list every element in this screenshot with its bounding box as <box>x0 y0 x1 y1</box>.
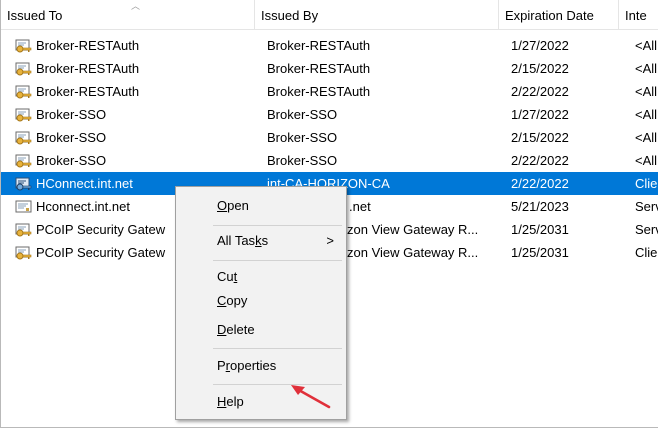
menu-label-part: P <box>217 358 226 373</box>
issued-by-cell: Broker-RESTAuth <box>267 38 371 53</box>
intended-purposes-cell: <All <box>635 38 658 53</box>
expiration-date-cell: 2/22/2022 <box>511 84 569 99</box>
issued-to-text: PCoIP Security Gatew <box>36 222 166 237</box>
issued-to-text: Broker-SSO <box>36 107 107 122</box>
menu-separator <box>213 260 342 261</box>
certificate-key-icon <box>15 246 32 259</box>
table-row[interactable]: Broker-SSO Broker-SSO 2/22/2022 <All <box>1 149 658 172</box>
expiration-date-cell: 1/25/2031 <box>511 222 569 237</box>
access-key: C <box>217 293 227 308</box>
issued-to-text: Broker-RESTAuth <box>36 61 140 76</box>
menu-item-properties[interactable]: Properties <box>176 354 346 378</box>
menu-separator <box>213 225 342 226</box>
intended-purposes-cell: <All <box>635 61 658 76</box>
issued-by-cell: Broker-RESTAuth <box>267 61 371 76</box>
menu-label-part: operties <box>230 358 277 373</box>
access-key: t <box>233 269 238 284</box>
submenu-arrow-icon: > <box>326 233 334 248</box>
column-header: Issued To Issued By Expiration Date Inte… <box>1 0 658 30</box>
table-row[interactable]: Broker-RESTAuth Broker-RESTAuth 1/27/202… <box>1 34 658 57</box>
table-row[interactable]: Broker-SSO Broker-SSO 2/15/2022 <All <box>1 126 658 149</box>
column-header-issued-by[interactable]: Issued By <box>255 0 499 30</box>
expiration-date-cell: 2/15/2022 <box>511 130 569 145</box>
intended-purposes-cell: Serv <box>635 199 658 214</box>
menu-label-part: pen <box>227 198 249 213</box>
menu-label-part: All Tas <box>217 233 256 248</box>
issued-to-text: HConnect.int.net <box>36 176 133 191</box>
column-header-intended-purposes[interactable]: Inte <box>619 0 658 30</box>
issued-to-text: Broker-SSO <box>36 130 107 145</box>
issued-by-cell: Broker-SSO <box>267 107 338 122</box>
sort-indicator-icon: ︿ <box>131 1 141 11</box>
expiration-date-cell: 2/22/2022 <box>511 153 569 168</box>
certificate-key-icon <box>15 131 32 144</box>
menu-item-copy[interactable]: Copy <box>176 289 346 313</box>
expiration-date-cell: 5/21/2023 <box>511 199 569 214</box>
table-row[interactable]: Broker-RESTAuth Broker-RESTAuth 2/22/202… <box>1 80 658 103</box>
issued-to-text: Hconnect.int.net <box>36 199 130 214</box>
intended-purposes-cell: Clie <box>635 245 658 260</box>
menu-label-part: elete <box>226 322 255 337</box>
expiration-date-cell: 1/27/2022 <box>511 107 569 122</box>
annotation-arrow-icon <box>291 385 331 409</box>
column-header-expiration-date[interactable]: Expiration Date <box>499 0 619 30</box>
issued-to-text: Broker-SSO <box>36 153 107 168</box>
issued-by-cell: Broker-RESTAuth <box>267 84 371 99</box>
column-header-issued-to[interactable]: Issued To <box>1 0 255 30</box>
certificate-icon <box>15 200 32 212</box>
menu-item-open[interactable]: Open <box>176 194 346 218</box>
issued-to-cell: Broker-RESTAuth <box>15 57 255 80</box>
intended-purposes-cell: <All <box>635 107 658 122</box>
intended-purposes-cell: Serv <box>635 222 658 237</box>
table-row[interactable]: Broker-SSO Broker-SSO 1/27/2022 <All <box>1 103 658 126</box>
intended-purposes-cell: <All <box>635 130 658 145</box>
menu-item-cut[interactable]: Cut <box>176 265 346 289</box>
issued-to-cell: Broker-SSO <box>15 126 255 149</box>
expiration-date-cell: 2/22/2022 <box>511 176 569 191</box>
menu-item-all-tasks[interactable]: All Tasks > <box>176 229 346 253</box>
issued-to-cell: Broker-SSO <box>15 103 255 126</box>
certificate-key-icon <box>15 39 32 52</box>
issued-by-cell: Broker-SSO <box>267 153 338 168</box>
issued-to-text: Broker-RESTAuth <box>36 84 140 99</box>
expiration-date-cell: 2/15/2022 <box>511 61 569 76</box>
access-key: O <box>217 198 228 213</box>
issued-to-text: Broker-RESTAuth <box>36 38 140 53</box>
issued-to-cell: Broker-RESTAuth <box>15 80 255 103</box>
intended-purposes-cell: <All <box>635 84 658 99</box>
issued-to-cell: Broker-SSO <box>15 149 255 172</box>
access-key: H <box>217 394 227 409</box>
certificate-key-icon <box>15 154 32 167</box>
menu-separator <box>213 348 342 349</box>
menu-label-part: elp <box>226 394 244 409</box>
menu-label-part: s <box>261 233 269 248</box>
table-row[interactable]: Broker-RESTAuth Broker-RESTAuth 2/15/202… <box>1 57 658 80</box>
issued-by-cell: Broker-SSO <box>267 130 338 145</box>
certificate-key-icon <box>15 223 32 236</box>
expiration-date-cell: 1/25/2031 <box>511 245 569 260</box>
menu-label-part: opy <box>226 293 248 308</box>
certificate-key-icon <box>15 177 32 190</box>
menu-item-delete[interactable]: Delete <box>176 318 346 342</box>
access-key: D <box>217 322 227 337</box>
menu-label-part: Cu <box>217 269 234 284</box>
issued-to-cell: Broker-RESTAuth <box>15 34 255 57</box>
intended-purposes-cell: <All <box>635 153 658 168</box>
issued-to-text: PCoIP Security Gatew <box>36 245 166 260</box>
expiration-date-cell: 1/27/2022 <box>511 38 569 53</box>
certificate-list-view: Issued To Issued By Expiration Date Inte… <box>0 0 658 428</box>
certificate-key-icon <box>15 85 32 98</box>
intended-purposes-cell: Clie <box>635 176 658 191</box>
certificate-key-icon <box>15 62 32 75</box>
certificate-key-icon <box>15 108 32 121</box>
